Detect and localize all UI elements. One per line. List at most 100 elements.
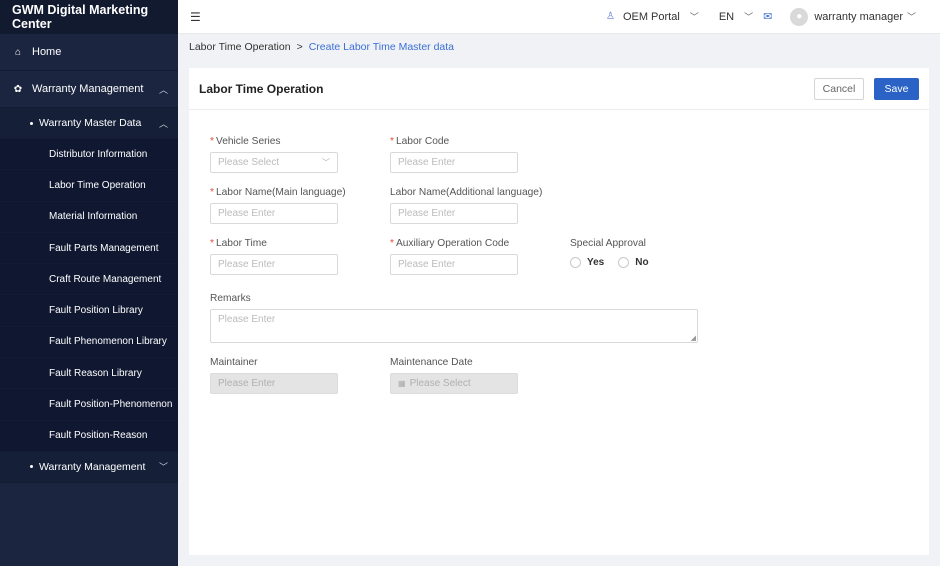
avatar-icon: ● — [790, 7, 809, 26]
maintainer-label: Maintainer — [210, 357, 258, 368]
maintainer-input: Please Enter — [210, 373, 338, 394]
auxiliary-operation-code-placeholder: Please Enter — [398, 259, 456, 270]
user-name: warranty manager — [814, 10, 903, 23]
remarks-label: Remarks — [210, 293, 251, 304]
maintenance-date-field: Maintenance Date ▦ Please Select — [390, 356, 518, 394]
user-menu[interactable]: ● warranty manager ﹀ — [772, 7, 916, 26]
sidebar-item-warranty-management-sub[interactable]: Warranty Management ﹀ — [0, 452, 178, 483]
sidebar-item-label: Warranty Management — [39, 460, 146, 473]
special-approval-yes-radio[interactable]: Yes — [570, 257, 604, 268]
vehicle-series-select[interactable]: Please Select ﹀ — [210, 152, 338, 173]
sidebar-item-distributor-information[interactable]: Distributor Information — [0, 139, 178, 171]
maintenance-date-input: ▦ Please Select — [390, 373, 518, 394]
sidebar-item-fault-parts-management[interactable]: Fault Parts Management — [0, 232, 178, 265]
labor-name-additional-placeholder: Please Enter — [398, 208, 456, 219]
portal-switcher[interactable]: ♙ OEM Portal ﹀ — [606, 10, 699, 23]
bullet-icon — [30, 121, 33, 125]
maintenance-date-placeholder: Please Select — [409, 378, 471, 389]
special-approval-no-radio[interactable]: No — [618, 257, 649, 268]
sidebar-item-label: Warranty Master Data — [39, 117, 142, 129]
calendar-icon: ▦ — [398, 379, 406, 388]
remarks-textarea[interactable]: Please Enter ◢ — [210, 309, 698, 343]
cancel-button[interactable]: Cancel — [814, 77, 864, 100]
sidebar-item-material-information[interactable]: Material Information — [0, 201, 178, 233]
panel-header: Labor Time Operation Cancel Save — [189, 68, 929, 110]
auxiliary-operation-code-field: * Auxiliary Operation Code Please Enter — [390, 237, 518, 275]
vehicle-series-label: * Vehicle Series — [210, 136, 281, 147]
hamburger-icon[interactable]: ☰ — [190, 10, 201, 24]
labor-time-label: * Labor Time — [210, 238, 267, 249]
app-title: GWM Digital Marketing Center — [0, 0, 178, 34]
breadcrumb-separator: > — [296, 41, 303, 53]
mail-icon[interactable]: ✉ — [763, 10, 772, 23]
required-mark: * — [390, 136, 394, 147]
labor-time-field: * Labor Time Please Enter — [210, 237, 338, 275]
sidebar-item-warranty-management[interactable]: ✿ Warranty Management ︿ — [0, 71, 178, 108]
chevron-up-icon: ︿ — [158, 84, 168, 95]
sidebar-item-fault-reason-library[interactable]: Fault Reason Library — [0, 358, 178, 390]
sidebar-item-labor-time-operation[interactable]: Labor Time Operation — [0, 170, 178, 202]
chevron-down-icon: ﹀ — [158, 462, 168, 473]
required-mark: * — [390, 238, 394, 249]
labor-code-label: * Labor Code — [390, 136, 450, 147]
page-title: Labor Time Operation — [199, 81, 324, 96]
maintainer-field: Maintainer Please Enter — [210, 356, 338, 394]
radio-circle — [570, 257, 581, 268]
resize-handle-icon[interactable]: ◢ — [691, 334, 696, 342]
labor-name-main-placeholder: Please Enter — [218, 208, 276, 219]
chevron-down-icon: ﹀ — [689, 12, 699, 22]
language-label: EN — [718, 10, 735, 23]
breadcrumb-parent[interactable]: Labor Time Operation — [189, 41, 291, 53]
sidebar-item-home[interactable]: ⌂ Home — [0, 34, 178, 71]
sidebar-item-label: Warranty Management — [32, 83, 144, 95]
sidebar-item-fault-position-phenomenon[interactable]: Fault Position-Phenomenon — [0, 389, 178, 421]
sidebar-item-craft-route-management[interactable]: Craft Route Management — [0, 264, 178, 296]
auxiliary-operation-code-input[interactable]: Please Enter — [390, 254, 518, 275]
labor-time-placeholder: Please Enter — [218, 259, 276, 270]
breadcrumb: Labor Time Operation > Create Labor Time… — [189, 40, 454, 54]
save-button[interactable]: Save — [874, 77, 919, 100]
language-switcher[interactable]: EN ﹀ — [719, 10, 753, 23]
portal-label: OEM Portal — [622, 10, 680, 23]
sidebar-group: Warranty Master Data ︿ Distributor Infor… — [0, 108, 178, 483]
labor-code-field: * Labor Code Please Enter — [390, 135, 518, 173]
top-right-controls: ♙ OEM Portal ﹀ EN ﹀ ✉ ● warranty manager… — [606, 0, 940, 33]
bullet-icon — [30, 465, 33, 469]
vehicle-series-field: * Vehicle Series Please Select ﹀ — [210, 135, 338, 173]
required-mark: * — [210, 136, 214, 147]
home-icon: ⌂ — [14, 46, 22, 58]
special-approval-field: Special Approval Yes No — [570, 237, 663, 268]
sidebar: GWM Digital Marketing Center ⌂ Home ✿ Wa… — [0, 0, 178, 566]
sidebar-item-fault-phenomenon-library[interactable]: Fault Phenomenon Library — [0, 326, 178, 359]
labor-name-main-label: * Labor Name(Main language) — [210, 187, 346, 198]
labor-name-additional-input[interactable]: Please Enter — [390, 203, 518, 224]
gear-icon: ✿ — [13, 83, 23, 95]
labor-name-main-input[interactable]: Please Enter — [210, 203, 338, 224]
radio-label: Yes — [587, 257, 605, 268]
form-panel: Labor Time Operation Cancel Save * Vehicl… — [189, 68, 929, 555]
radio-circle — [618, 257, 630, 268]
special-approval-radio-group: Yes No — [570, 257, 663, 268]
chevron-down-icon: ﹀ — [744, 12, 754, 22]
remarks-field: Remarks Please Enter ◢ — [210, 292, 698, 343]
sidebar-item-label: Home — [32, 46, 62, 58]
sidebar-item-warranty-master-data[interactable]: Warranty Master Data ︿ — [0, 108, 178, 139]
vehicle-series-placeholder: Please Select — [218, 157, 280, 168]
chevron-up-icon: ︿ — [158, 118, 168, 129]
labor-name-additional-label: Labor Name(Additional language) — [390, 187, 543, 198]
breadcrumb-current: Create Labor Time Master data — [308, 41, 455, 53]
labor-code-input[interactable]: Please Enter — [390, 152, 518, 173]
labor-name-main-field: * Labor Name(Main language) Please Enter — [210, 186, 346, 224]
required-mark: * — [210, 187, 214, 198]
required-mark: * — [210, 238, 214, 249]
sidebar-item-fault-position-reason[interactable]: Fault Position-Reason — [0, 420, 178, 452]
radio-label: No — [635, 257, 649, 268]
labor-code-placeholder: Please Enter — [398, 157, 456, 168]
sidebar-item-fault-position-library[interactable]: Fault Position Library — [0, 295, 178, 327]
maintenance-date-label: Maintenance Date — [390, 357, 473, 368]
special-approval-label: Special Approval — [570, 238, 646, 249]
user-icon: ♙ — [605, 11, 615, 22]
labor-time-input[interactable]: Please Enter — [210, 254, 338, 275]
chevron-down-icon: ﹀ — [322, 158, 330, 167]
labor-name-additional-field: Labor Name(Additional language) Please E… — [390, 186, 542, 224]
